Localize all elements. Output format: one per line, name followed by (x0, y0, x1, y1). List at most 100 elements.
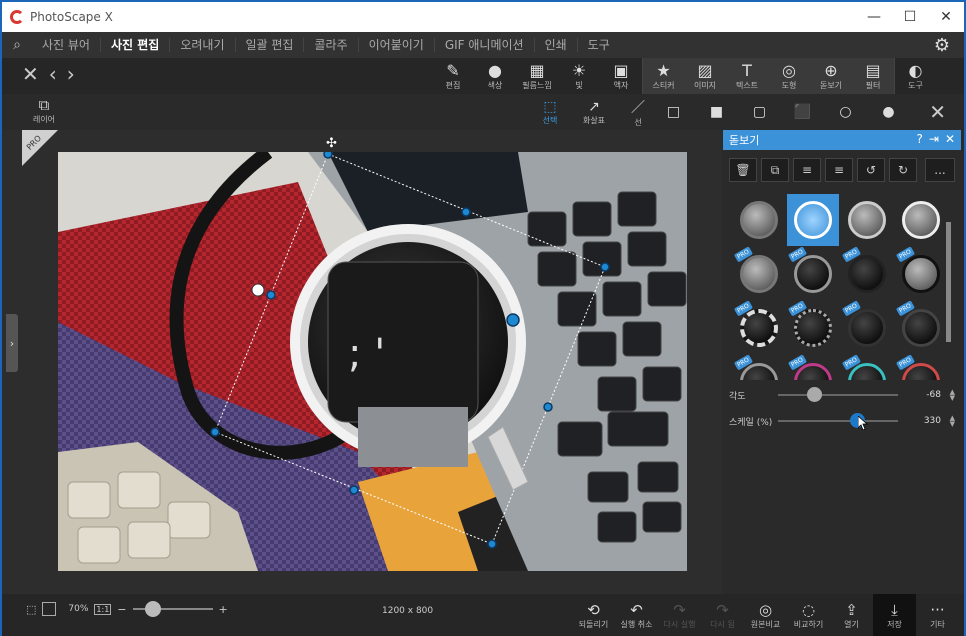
rotate-right-icon[interactable]: ↻ (889, 158, 917, 182)
circle-filled-icon[interactable]: ● (867, 94, 910, 130)
title-bar: PhotoScape X — ☐ ✕ (2, 2, 964, 32)
rounded-rect-outline-icon[interactable]: ▢ (738, 94, 781, 130)
style-item[interactable]: PRO (733, 300, 785, 354)
minimize-button[interactable]: — (856, 2, 892, 32)
style-item[interactable] (733, 194, 785, 246)
tab-print[interactable]: 인쇄 (535, 38, 578, 52)
style-item[interactable]: PRO (895, 354, 947, 380)
style-item[interactable]: PRO (841, 300, 893, 354)
tab-collage[interactable]: 콜라주 (304, 38, 359, 52)
save-button[interactable]: ⤓ 저장 (873, 594, 916, 636)
tool-film[interactable]: ▦ 필름느낌 (516, 58, 558, 94)
next-image-icon[interactable]: › (67, 62, 75, 86)
tool-light[interactable]: ☀ 빛 (558, 58, 600, 94)
revert-icon: ⟲ (587, 600, 600, 619)
revert-button[interactable]: ⟲ 되돌리기 (572, 594, 615, 636)
rectangle-filled-icon[interactable]: ■ (695, 94, 738, 130)
lens-style-icon (902, 309, 940, 347)
tool-magnifier[interactable]: ⊕ 돋보기 (810, 58, 852, 94)
rectangle-outline-icon[interactable]: □ (652, 94, 695, 130)
style-list-scrollbar[interactable] (946, 222, 951, 342)
expand-left-panel-icon[interactable]: › (6, 314, 18, 372)
compare-original-label: 원본비교 (750, 619, 781, 629)
rotate-handle-icon[interactable]: ✣ (326, 136, 337, 151)
style-item[interactable]: PRO (733, 354, 785, 380)
search-icon[interactable]: ⌕ (2, 37, 32, 53)
tab-viewer[interactable]: 사진 뷰어 (32, 38, 101, 52)
tool-shape[interactable]: ◎ 도형 (768, 58, 810, 94)
zoom-slider-knob[interactable] (144, 601, 161, 617)
undo-button[interactable]: ↶ 실행 취소 (615, 594, 658, 636)
photo-canvas[interactable]: ; ' (58, 152, 687, 571)
style-item[interactable]: PRO (895, 300, 947, 354)
tool-image[interactable]: ▨ 이미지 (684, 58, 726, 94)
style-item[interactable]: PRO (841, 246, 893, 300)
open-button[interactable]: ⇪ 열기 (830, 594, 873, 636)
align-left-icon[interactable]: ≡ (825, 158, 853, 182)
maximize-button[interactable]: ☐ (892, 2, 928, 32)
tab-cut-out[interactable]: 오려내기 (170, 38, 236, 52)
rotate-left-icon[interactable]: ↺ (857, 158, 885, 182)
arrow-tool[interactable]: ↗ 화살표 (572, 94, 616, 130)
panel-header-icons: ? ⇥ ✕ (917, 132, 956, 146)
tool-frame[interactable]: ▣ 액자 (600, 58, 642, 94)
zoom-in-icon[interactable]: + (219, 603, 228, 616)
canvas-area[interactable]: › PRO ; ' ✣ (2, 130, 722, 594)
close-panel-icon[interactable]: ✕ (945, 132, 955, 146)
zoom-value[interactable]: 70% (68, 604, 88, 614)
zoom-out-icon[interactable]: − (117, 603, 126, 616)
redo-all-button[interactable]: ↷ 다시 됨 (701, 594, 744, 636)
tab-batch[interactable]: 일괄 편집 (236, 38, 305, 52)
style-item[interactable]: PRO (787, 354, 839, 380)
tool-sticker[interactable]: ★ 스티커 (642, 58, 684, 94)
scale-slider-track[interactable] (778, 420, 898, 422)
scale-spinner-icon[interactable]: ▲ ▼ (950, 415, 955, 428)
align-right-icon[interactable]: ≡ (793, 158, 821, 182)
style-item[interactable]: PRO (841, 354, 893, 380)
tool-tools[interactable]: ◐ 도구 (894, 58, 936, 94)
pin-icon[interactable]: ⇥ (929, 132, 939, 146)
fit-screen-icon[interactable]: ⬚ (26, 603, 36, 616)
compare-button[interactable]: ◌ 비교하기 (787, 594, 830, 636)
help-icon[interactable]: ? (917, 132, 923, 146)
style-item[interactable]: PRO (787, 300, 839, 354)
close-tool-icon[interactable]: ✕ (929, 100, 946, 124)
style-item[interactable]: PRO (895, 246, 947, 300)
circle-outline-icon[interactable]: ○ (824, 94, 867, 130)
duplicate-icon[interactable]: ⧉ (761, 158, 789, 182)
previous-image-icon[interactable]: ‹ (49, 62, 57, 86)
zoom-slider[interactable] (132, 601, 213, 617)
close-window-button[interactable]: ✕ (928, 2, 964, 32)
style-item[interactable] (841, 194, 893, 246)
layer-button[interactable]: ⧉ 레이어 (28, 96, 60, 125)
view-toggle-icon[interactable] (42, 602, 57, 616)
tab-combine[interactable]: 이어붙이기 (359, 38, 435, 52)
actual-size-button[interactable]: 1:1 (94, 603, 112, 615)
close-image-icon[interactable]: ✕ (22, 62, 39, 86)
compare-original-button[interactable]: ◎ 원본비교 (744, 594, 787, 636)
more-options-button[interactable]: ... (925, 158, 955, 182)
tool-color[interactable]: ● 색상 (474, 58, 516, 94)
redo-button[interactable]: ↷ 다시 실행 (658, 594, 701, 636)
style-item-selected[interactable] (787, 194, 839, 246)
angle-slider-knob[interactable] (807, 387, 822, 402)
tool-filter[interactable]: ▤ 필터 (852, 58, 894, 94)
style-item[interactable]: PRO (787, 246, 839, 300)
select-tool[interactable]: ⬚ 선택 (528, 94, 572, 130)
angle-spinner-icon[interactable]: ▲ ▼ (950, 389, 955, 402)
angle-slider-track[interactable] (778, 394, 898, 396)
tool-text[interactable]: T 텍스트 (726, 58, 768, 94)
rounded-rect-filled-icon[interactable]: ⬛ (781, 94, 824, 130)
style-item[interactable]: PRO (733, 246, 785, 300)
delete-icon[interactable]: 🗑 (729, 158, 757, 182)
angle-value[interactable]: -68 (926, 390, 941, 400)
tab-gif[interactable]: GIF 애니메이션 (435, 38, 535, 52)
scale-value[interactable]: 330 (924, 416, 941, 426)
settings-gear-icon[interactable]: ⚙ (934, 35, 950, 56)
tool-edit[interactable]: ✎ 편집 (432, 58, 474, 94)
tool-label: 색상 (487, 80, 503, 90)
more-button[interactable]: ··· 기타 (916, 594, 959, 636)
tab-tools[interactable]: 도구 (578, 38, 620, 52)
style-item[interactable] (895, 194, 947, 246)
tab-editor[interactable]: 사진 편집 (101, 38, 171, 52)
